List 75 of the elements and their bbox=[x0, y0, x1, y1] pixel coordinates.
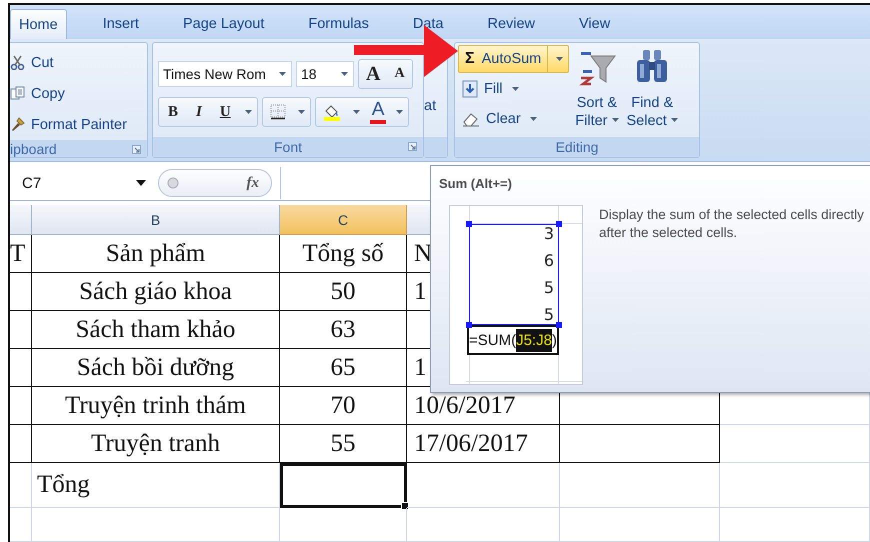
preview-value: 5 bbox=[544, 278, 554, 297]
table-cell: Sách bồi dưỡng bbox=[32, 349, 280, 387]
tooltip-title: Sum (Alt+=) bbox=[439, 176, 513, 191]
launcher-icon[interactable] bbox=[408, 142, 417, 151]
bold-button[interactable]: B bbox=[159, 98, 188, 126]
table-cell: 17/06/2017 bbox=[407, 425, 560, 463]
clipboard-button[interactable]: Format Painter bbox=[10, 109, 127, 140]
grow-font-button[interactable]: A bbox=[359, 60, 388, 88]
caret-icon bbox=[244, 110, 252, 114]
autosum-button[interactable]: Σ AutoSum bbox=[458, 45, 570, 73]
eraser-icon bbox=[462, 111, 480, 127]
caret-icon bbox=[670, 118, 678, 122]
tab[interactable]: Data bbox=[390, 9, 466, 39]
group-label: ipboard bbox=[10, 140, 57, 156]
caret-icon bbox=[530, 117, 537, 121]
table-cell: 63 bbox=[280, 311, 407, 349]
sort-filter-button[interactable]: Sort & Filter bbox=[573, 45, 621, 137]
caret-icon bbox=[352, 110, 360, 114]
table-cell: Truyện trinh thám bbox=[32, 387, 280, 425]
table-cell: Sản phẩm bbox=[32, 235, 280, 273]
clipboard-button[interactable]: Copy bbox=[10, 78, 65, 109]
scissors-icon bbox=[10, 55, 25, 70]
formula-preview: =SUM(J5:J8) bbox=[467, 325, 559, 355]
tab[interactable]: Page Layout bbox=[160, 9, 286, 39]
font-name-field[interactable]: Times New Rom bbox=[158, 61, 292, 87]
caret-icon bbox=[136, 180, 146, 186]
table-cell: 65 bbox=[280, 349, 407, 387]
tab[interactable]: View bbox=[557, 9, 632, 39]
tab[interactable]: Formulas bbox=[286, 9, 391, 39]
borders-icon bbox=[270, 104, 286, 120]
table-cell: Sách giáo khoa bbox=[32, 273, 280, 311]
find-select-button[interactable]: Find & Select bbox=[624, 45, 680, 137]
preview-value: 6 bbox=[544, 251, 554, 270]
paint-bucket-icon bbox=[322, 103, 341, 121]
column-header[interactable]: B bbox=[32, 205, 280, 235]
fill-down-icon bbox=[462, 80, 478, 98]
ribbon-text: at bbox=[424, 98, 436, 116]
caret-icon bbox=[279, 72, 286, 76]
launcher-icon[interactable] bbox=[132, 145, 141, 154]
group-label: Font bbox=[274, 139, 302, 155]
tab[interactable]: Insert bbox=[80, 9, 161, 39]
tooltip-description: Display the sum of the selected cells directly after the selected cells. bbox=[599, 206, 865, 242]
table-cell: 70 bbox=[280, 387, 407, 425]
table-cell: Sách tham khảo bbox=[32, 311, 280, 349]
fill-button[interactable]: Fill bbox=[458, 75, 523, 103]
clear-button[interactable]: Clear bbox=[458, 105, 541, 133]
brush-icon bbox=[10, 117, 25, 132]
fill-handle[interactable] bbox=[401, 502, 409, 510]
tab[interactable]: Home bbox=[10, 9, 67, 39]
font-color-button[interactable]: A bbox=[364, 98, 392, 126]
column-header[interactable]: C bbox=[280, 205, 407, 235]
insert-function-button[interactable]: fx bbox=[246, 174, 259, 192]
caret-icon bbox=[556, 57, 564, 61]
table-cell: Tổng số bbox=[280, 235, 407, 273]
group-label: Editing bbox=[556, 139, 598, 155]
clipboard-button[interactable]: Cut bbox=[10, 47, 54, 78]
name-box[interactable]: C7 bbox=[10, 168, 150, 198]
table-cell: Tổng bbox=[32, 463, 280, 508]
tab[interactable]: Review bbox=[465, 9, 558, 39]
caret-icon bbox=[396, 110, 404, 114]
caret-icon bbox=[298, 110, 305, 114]
italic-button[interactable]: I bbox=[187, 98, 211, 126]
table-cell: 55 bbox=[280, 425, 407, 463]
table-cell: Truyện tranh bbox=[32, 425, 280, 463]
copy-icon bbox=[10, 86, 25, 101]
font-size-field[interactable]: 18 bbox=[296, 61, 354, 87]
sum-symbol: Σ bbox=[465, 50, 475, 68]
shrink-font-button[interactable]: A bbox=[387, 60, 412, 88]
autosum-label: AutoSum bbox=[482, 51, 542, 67]
table-cell: 50 bbox=[280, 273, 407, 311]
caret-icon bbox=[341, 72, 348, 76]
caret-icon bbox=[512, 87, 519, 91]
caret-icon bbox=[612, 118, 619, 122]
underline-button[interactable]: U bbox=[210, 98, 240, 126]
table-cell: T bbox=[10, 235, 32, 273]
